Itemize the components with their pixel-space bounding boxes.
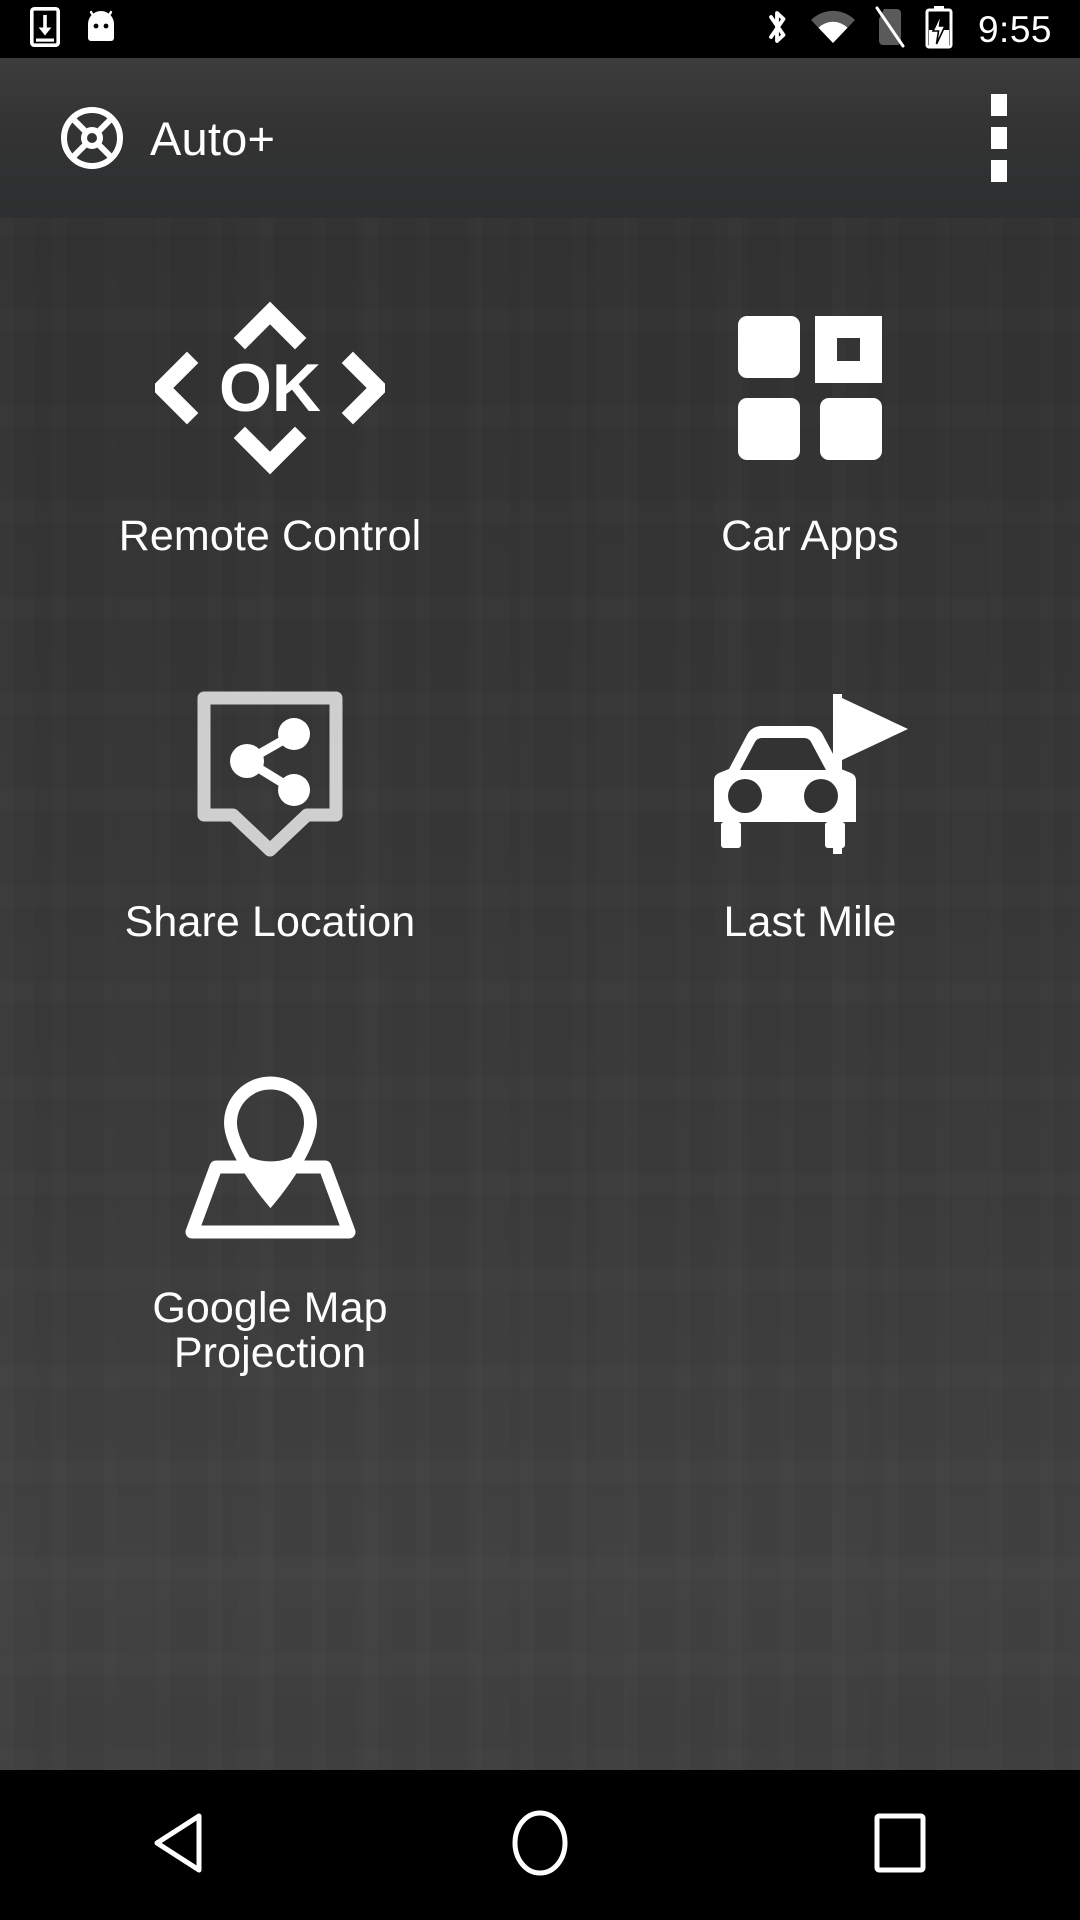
grid-item-label: Car Apps (721, 512, 899, 560)
nav-back-button[interactable] (80, 1770, 280, 1920)
grid-item-label: Last Mile (723, 898, 897, 946)
battery-charging-icon (924, 5, 954, 54)
apps-grid-icon (680, 288, 940, 488)
overflow-dot-1 (991, 94, 1007, 116)
recents-square-icon (873, 1812, 927, 1879)
app-bar: Auto+ (0, 58, 1080, 218)
overflow-menu-icon[interactable] (954, 78, 1044, 198)
no-sim-icon (874, 6, 906, 53)
wifi-icon (810, 9, 856, 50)
status-bar: 9:55 (0, 0, 1080, 58)
map-pin-projection-icon (140, 1060, 400, 1260)
grid-item-car-apps[interactable]: Car Apps (540, 254, 1080, 640)
dpad-ok-icon: OK (140, 288, 400, 488)
nav-recents-button[interactable] (800, 1770, 1000, 1920)
navigation-bar (0, 1770, 1080, 1920)
download-icon (29, 6, 60, 52)
nav-home-button[interactable] (440, 1770, 640, 1920)
feature-grid: OK Remote Control Car Apps Share Locatio… (0, 218, 1080, 1412)
grid-item-share-location[interactable]: Share Location (0, 640, 540, 1026)
steering-wheel-icon (60, 106, 124, 170)
grid-item-label: Share Location (124, 898, 416, 946)
status-bar-system-icons: 9:55 (762, 5, 1052, 54)
android-robot-icon (82, 7, 120, 52)
grid-item-label: Remote Control (118, 512, 422, 560)
grid-item-last-mile[interactable]: Last Mile (540, 640, 1080, 1026)
status-bar-notification-icons (29, 6, 120, 52)
overflow-dot-2 (991, 127, 1007, 149)
grid-item-label: Google Map Projection (152, 1284, 388, 1378)
phone-screen: 9:55 Auto+ OK Remote Control Car Apps Sh… (0, 0, 1080, 1920)
bluetooth-icon (762, 6, 792, 53)
svg-text:OK: OK (219, 350, 321, 426)
share-location-icon (140, 674, 400, 874)
grid-item-remote-control[interactable]: OK Remote Control (0, 254, 540, 640)
main-content: OK Remote Control Car Apps Share Locatio… (0, 218, 1080, 1770)
grid-item-google-map-projection[interactable]: Google Map Projection (0, 1026, 540, 1412)
overflow-dot-3 (991, 160, 1007, 182)
status-bar-clock: 9:55 (977, 8, 1052, 50)
home-circle-icon (509, 1809, 571, 1882)
page-title: Auto+ (150, 111, 276, 165)
car-flag-icon (680, 674, 940, 874)
back-triangle-icon (150, 1811, 210, 1880)
